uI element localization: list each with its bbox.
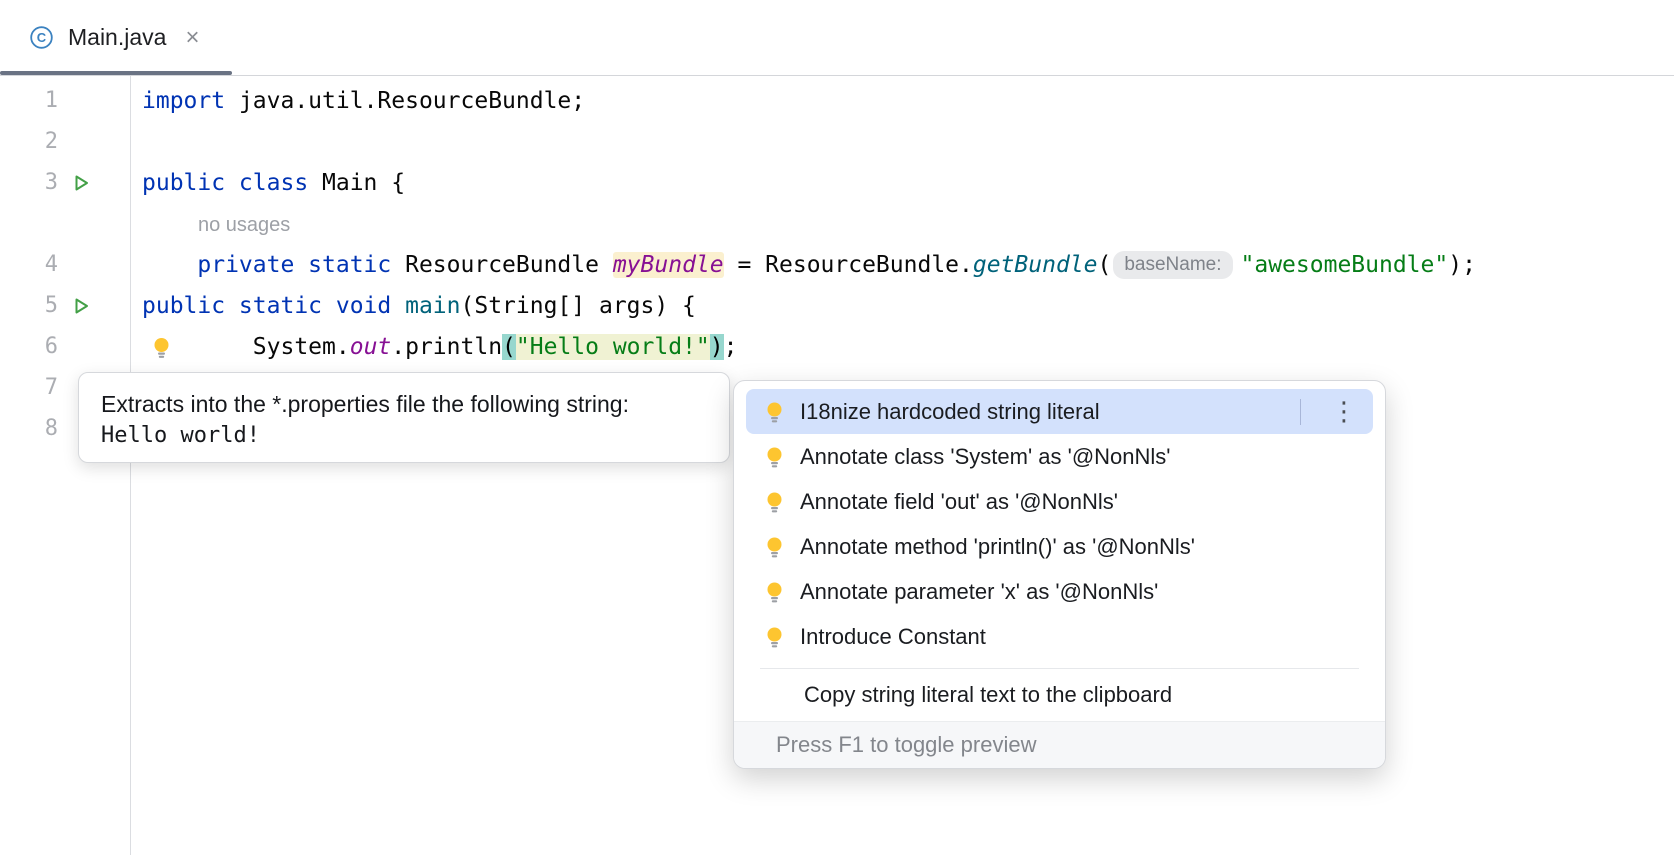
- code-text: public static void main(String[] args) {: [142, 293, 1674, 319]
- parameter-name-hint: baseName:: [1113, 251, 1232, 279]
- code-line-5[interactable]: 5 public static void main(String[] args) …: [0, 285, 1674, 326]
- run-icon[interactable]: [58, 173, 104, 193]
- code-line-6[interactable]: 6 System.out.println("Hello world!");: [0, 326, 1674, 367]
- line-number: 2: [0, 129, 58, 154]
- code-token: (: [1097, 252, 1111, 278]
- tooltip-code: Hello world!: [101, 423, 707, 448]
- code-token: );: [1448, 252, 1476, 278]
- code-text: no usages: [142, 211, 1674, 237]
- lightbulb-icon: [762, 535, 786, 558]
- code-token: [391, 293, 405, 319]
- copy-string-literal-item[interactable]: Copy string literal text to the clipboar…: [734, 669, 1385, 721]
- ide-window: C Main.java × 1 import java.util.Resource…: [0, 0, 1674, 856]
- code-line-2[interactable]: 2: [0, 121, 1674, 162]
- code-token: getBundle: [973, 252, 1098, 278]
- tooltip-text: Extracts into the *.properties file the …: [101, 388, 661, 420]
- code-token: ;: [724, 334, 738, 360]
- gutter: 4: [0, 252, 130, 277]
- code-token: [142, 252, 197, 278]
- line-number: 3: [0, 170, 58, 195]
- intention-item[interactable]: Annotate field 'out' as '@NonNls': [746, 479, 1373, 524]
- code-token: main: [405, 293, 460, 319]
- code-text: import java.util.ResourceBundle;: [142, 88, 1674, 114]
- intention-item-label: Annotate method 'println()' as '@NonNls': [800, 534, 1363, 560]
- intention-item-label: Annotate field 'out' as '@NonNls': [800, 489, 1363, 515]
- svg-text:C: C: [37, 30, 47, 45]
- code-text: System.out.println("Hello world!");: [142, 334, 1674, 360]
- intention-item-label: Annotate parameter 'x' as '@NonNls': [800, 579, 1363, 605]
- gutter: 1: [0, 88, 130, 113]
- intention-list: I18nize hardcoded string literal ⋮ Annotat…: [734, 381, 1385, 661]
- intention-item-label: I18nize hardcoded string literal: [800, 399, 1286, 425]
- active-tab-indicator: [0, 71, 232, 75]
- item-divider: [1300, 399, 1301, 425]
- lightbulb-icon[interactable]: [150, 335, 173, 358]
- intention-preview-tooltip: Extracts into the *.properties file the …: [78, 372, 730, 463]
- gutter: 5: [0, 293, 130, 318]
- intention-item[interactable]: Annotate class 'System' as '@NonNls': [746, 434, 1373, 479]
- inlay-hint-line[interactable]: no usages: [0, 203, 1674, 244]
- code-token: Main {: [308, 170, 405, 196]
- gutter: 3: [0, 170, 130, 195]
- intention-item[interactable]: Annotate method 'println()' as '@NonNls': [746, 524, 1373, 569]
- code-token: java.util.ResourceBundle;: [225, 88, 585, 114]
- code-token: private static: [197, 252, 391, 278]
- code-token: (String[] args) {: [461, 293, 696, 319]
- run-icon[interactable]: [58, 296, 104, 316]
- code-token: import: [142, 88, 225, 114]
- code-line-4[interactable]: 4 private static ResourceBundle myBundle…: [0, 244, 1674, 285]
- gutter: 6: [0, 334, 130, 359]
- line-number: 6: [0, 334, 58, 359]
- line-number: 1: [0, 88, 58, 113]
- inlay-hint-no-usages: no usages: [142, 214, 290, 236]
- code-token: out: [350, 334, 392, 360]
- intention-item-label: Annotate class 'System' as '@NonNls': [800, 444, 1363, 470]
- popup-footer-hint: Press F1 to toggle preview: [734, 721, 1385, 768]
- code-token: ): [710, 334, 724, 360]
- code-token: (: [502, 334, 516, 360]
- code-token: System.: [142, 334, 350, 360]
- tab-title: Main.java: [68, 24, 166, 51]
- intention-item[interactable]: I18nize hardcoded string literal ⋮: [746, 389, 1373, 434]
- line-number: 7: [0, 375, 58, 400]
- code-token: myBundle: [613, 252, 724, 278]
- gutter: 2: [0, 129, 130, 154]
- code-token: public class: [142, 170, 308, 196]
- code-text: private static ResourceBundle myBundle =…: [142, 251, 1674, 279]
- code-text: public class Main {: [142, 170, 1674, 196]
- tab-main-java[interactable]: C Main.java ×: [0, 0, 221, 75]
- code-token: "Hello world!": [516, 334, 710, 360]
- class-icon: C: [28, 24, 55, 51]
- lightbulb-icon: [762, 580, 786, 603]
- code-token: = ResourceBundle.: [724, 252, 973, 278]
- code-line-3[interactable]: 3 public class Main {: [0, 162, 1674, 203]
- lightbulb-icon: [762, 445, 786, 468]
- lightbulb-icon: [762, 490, 786, 513]
- editor-tab-bar: C Main.java ×: [0, 0, 1674, 76]
- lightbulb-icon: [762, 625, 786, 648]
- code-token: ResourceBundle: [391, 252, 613, 278]
- line-number: 4: [0, 252, 58, 277]
- code-token: .println: [391, 334, 502, 360]
- intention-actions-popup: I18nize hardcoded string literal ⋮ Annotat…: [733, 380, 1386, 769]
- code-token: "awesomeBundle": [1241, 252, 1449, 278]
- kebab-menu-icon[interactable]: ⋮: [1325, 399, 1363, 425]
- code-token: public static void: [142, 293, 391, 319]
- intention-item[interactable]: Annotate parameter 'x' as '@NonNls': [746, 569, 1373, 614]
- line-number: 5: [0, 293, 58, 318]
- close-icon[interactable]: ×: [185, 26, 199, 50]
- code-line-1[interactable]: 1 import java.util.ResourceBundle;: [0, 80, 1674, 121]
- intention-item-label: Introduce Constant: [800, 624, 1363, 650]
- line-number: 8: [0, 416, 58, 441]
- intention-item[interactable]: Introduce Constant: [746, 614, 1373, 659]
- lightbulb-icon: [762, 400, 786, 423]
